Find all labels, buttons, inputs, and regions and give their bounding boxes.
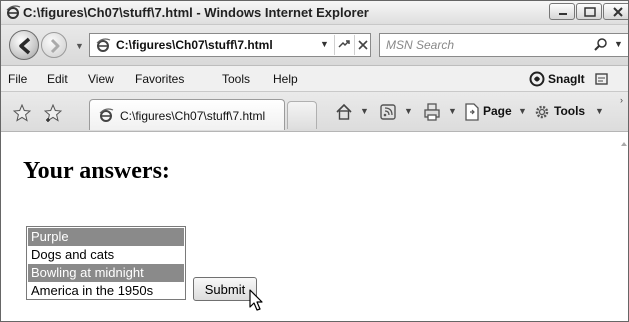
- minimize-icon: [559, 13, 567, 15]
- tab-label: C:\figures\Ch07\stuff\7.html: [120, 109, 266, 123]
- menu-favorites[interactable]: Favorites: [135, 72, 184, 86]
- tab-toolbar: C:\figures\Ch07\stuff\7.html ▼ ▼ ▼ Page …: [1, 92, 628, 132]
- list-option[interactable]: Dogs and cats: [28, 246, 184, 264]
- refresh-icon: [338, 40, 350, 48]
- page-menu-button[interactable]: Page: [483, 104, 512, 118]
- feeds-dropdown-icon[interactable]: ▼: [404, 106, 413, 116]
- refresh-button[interactable]: [334, 35, 353, 55]
- chevron-right-icon[interactable]: ›: [620, 95, 623, 105]
- history-dropdown-icon[interactable]: ▼: [75, 41, 84, 51]
- forward-button[interactable]: [41, 32, 67, 58]
- list-option[interactable]: Bowling at midnight: [28, 264, 184, 282]
- ie-logo-icon: [6, 5, 21, 19]
- search-box[interactable]: MSN Search ▼: [379, 33, 628, 57]
- minimize-button[interactable]: [549, 3, 575, 20]
- mouse-cursor-icon: [249, 289, 263, 311]
- back-arrow-icon: [19, 37, 31, 55]
- home-dropdown-icon[interactable]: ▼: [360, 106, 369, 116]
- menu-file[interactable]: File: [8, 72, 27, 86]
- submit-button[interactable]: Submit: [193, 277, 257, 301]
- tools-menu-button[interactable]: Tools: [554, 104, 585, 118]
- feeds-icon[interactable]: [378, 102, 398, 122]
- close-button[interactable]: [603, 3, 628, 20]
- search-input[interactable]: MSN Search: [386, 38, 454, 52]
- snagit-button[interactable]: SnagIt: [548, 72, 585, 86]
- snagit-icon[interactable]: [529, 71, 545, 87]
- gear-icon[interactable]: [533, 102, 551, 122]
- favorites-star-icon[interactable]: [13, 104, 31, 122]
- page-title: Your answers:: [23, 158, 170, 184]
- menu-view[interactable]: View: [88, 72, 114, 86]
- window-title: C:\figures\Ch07\stuff\7.html - Windows I…: [23, 5, 369, 20]
- search-dropdown-icon[interactable]: ▼: [614, 39, 623, 49]
- stop-button[interactable]: [354, 35, 371, 55]
- list-option[interactable]: Purple: [28, 228, 184, 246]
- browser-window: C:\figures\Ch07\stuff\7.html - Windows I…: [0, 0, 629, 322]
- page-menu-icon[interactable]: [463, 102, 481, 122]
- search-icon[interactable]: [593, 37, 609, 53]
- maximize-icon: [584, 7, 596, 17]
- menu-bar: File Edit View Favorites Tools Help Snag…: [1, 66, 628, 92]
- new-tab-button[interactable]: [287, 101, 317, 129]
- back-button[interactable]: [9, 30, 39, 60]
- forward-arrow-icon: [50, 38, 60, 54]
- address-bar[interactable]: C:\figures\Ch07\stuff\7.html ▼: [89, 33, 371, 57]
- address-url[interactable]: C:\figures\Ch07\stuff\7.html: [116, 38, 273, 52]
- menu-tools[interactable]: Tools: [222, 72, 250, 86]
- address-dropdown-icon[interactable]: ▼: [320, 39, 329, 49]
- answers-listbox[interactable]: Purple Dogs and cats Bowling at midnight…: [26, 226, 186, 300]
- menu-edit[interactable]: Edit: [47, 72, 68, 86]
- maximize-button[interactable]: [576, 3, 602, 20]
- address-toolbar: ▼ C:\figures\Ch07\stuff\7.html ▼ MSN Sea…: [1, 25, 628, 66]
- print-dropdown-icon[interactable]: ▼: [448, 106, 457, 116]
- home-icon[interactable]: [334, 102, 354, 122]
- tools-dropdown-icon[interactable]: ▼: [595, 106, 604, 116]
- scroll-up-icon[interactable]: [620, 140, 628, 148]
- page-dropdown-icon[interactable]: ▼: [518, 106, 527, 116]
- snagit-window-icon[interactable]: [594, 71, 610, 87]
- stop-icon: [358, 40, 368, 50]
- title-bar: C:\figures\Ch07\stuff\7.html - Windows I…: [1, 1, 628, 25]
- page-icon: [96, 38, 111, 52]
- tab-current[interactable]: C:\figures\Ch07\stuff\7.html: [89, 99, 285, 130]
- page-content: Your answers: Purple Dogs and cats Bowli…: [1, 132, 628, 321]
- menu-help[interactable]: Help: [273, 72, 298, 86]
- print-icon[interactable]: [422, 102, 442, 122]
- list-option[interactable]: America in the 1950s: [28, 282, 184, 300]
- add-favorites-icon[interactable]: [44, 104, 62, 122]
- close-icon: [613, 7, 623, 17]
- page-icon: [99, 108, 114, 122]
